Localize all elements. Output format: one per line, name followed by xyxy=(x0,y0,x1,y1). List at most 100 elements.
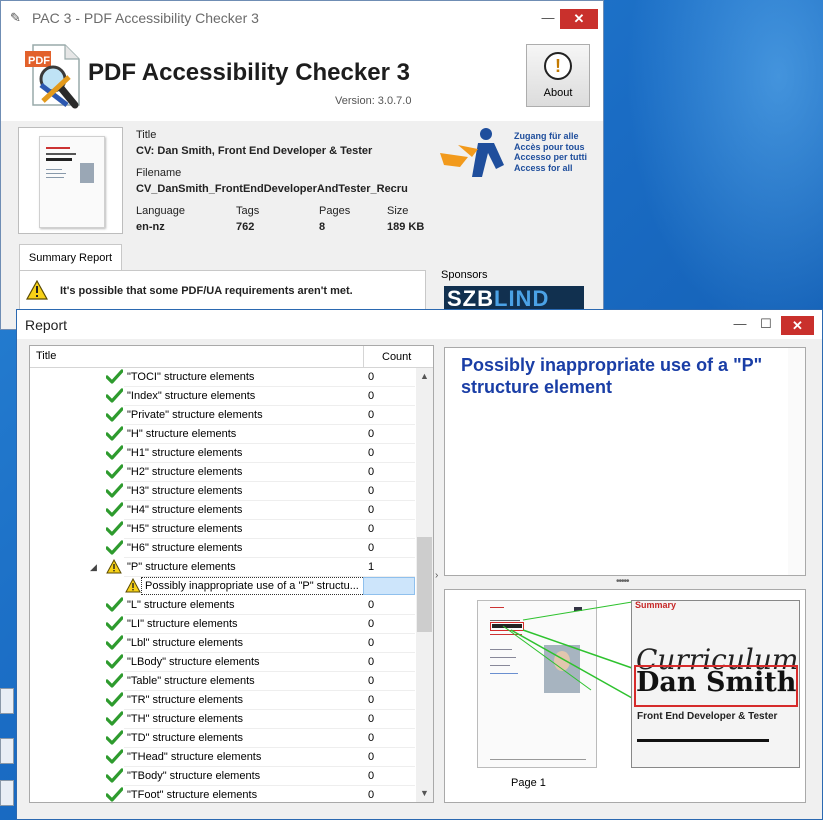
tree-row[interactable]: "L" structure elements 0 xyxy=(30,596,415,615)
pages-value: 8 xyxy=(319,221,326,233)
check-icon xyxy=(105,768,124,784)
check-icon xyxy=(105,616,124,632)
check-icon xyxy=(105,483,124,499)
check-icon xyxy=(105,673,124,689)
row-count: 0 xyxy=(368,542,375,554)
zoomed-preview: Summary Curriculum vitae Dan Smith Front… xyxy=(631,600,800,768)
row-count: 0 xyxy=(368,694,375,706)
tree-row[interactable]: "Private" structure elements 0 xyxy=(30,406,415,425)
scroll-up-icon[interactable]: ▲ xyxy=(416,368,433,385)
tree-header: Title Count xyxy=(30,346,433,368)
row-count: 0 xyxy=(368,466,375,478)
check-icon xyxy=(105,521,124,537)
row-count: 0 xyxy=(368,732,375,744)
desktop-shortcut-icon[interactable] xyxy=(0,780,14,806)
filename-label: Filename xyxy=(136,167,182,179)
row-title: "Private" structure elements xyxy=(127,409,263,421)
details-panel: Possibly inappropriate use of a "P" stru… xyxy=(444,347,806,576)
row-count: 0 xyxy=(368,371,375,383)
tree-row[interactable]: "H4" structure elements 0 xyxy=(30,501,415,520)
expand-toggle-icon[interactable]: ◢ xyxy=(90,562,97,573)
column-header-count[interactable]: Count xyxy=(363,346,415,368)
tags-label: Tags xyxy=(236,205,260,217)
tree-row[interactable]: "LBody" structure elements 0 xyxy=(30,653,415,672)
check-icon xyxy=(105,749,124,765)
sponsors-label: Sponsors xyxy=(441,269,488,281)
tree-row[interactable]: "Index" structure elements 0 xyxy=(30,387,415,406)
document-thumbnail xyxy=(18,127,123,234)
size-label: Size xyxy=(387,205,409,217)
check-icon xyxy=(105,635,124,651)
title-value: CV: Dan Smith, Front End Developer & Tes… xyxy=(136,145,373,157)
row-count: 0 xyxy=(368,599,375,611)
details-scrollbar[interactable] xyxy=(788,348,805,575)
main-window: ✎ PAC 3 - PDF Accessibility Checker 3 — … xyxy=(0,0,604,330)
report-close-button[interactable]: ✕ xyxy=(781,316,814,335)
tree-row[interactable]: "H2" structure elements 0 xyxy=(30,463,415,482)
report-window-title: Report xyxy=(25,317,68,333)
warning-icon xyxy=(26,280,48,300)
tree-row[interactable]: "THead" structure elements 0 xyxy=(30,748,415,767)
row-title: "TOCI" structure elements xyxy=(127,371,255,383)
row-count: 0 xyxy=(368,656,375,668)
tree-row[interactable]: "LI" structure elements 0 xyxy=(30,615,415,634)
tree-row[interactable]: "H6" structure elements 0 xyxy=(30,539,415,558)
pac-logo-icon: PDF xyxy=(25,44,80,109)
desktop-shortcut-icon[interactable] xyxy=(0,688,14,714)
page-preview-panel: Page 1 Summary Curriculum vitae Dan Smit… xyxy=(444,589,806,803)
tree-row[interactable]: "H1" structure elements 0 xyxy=(30,444,415,463)
tree-scrollbar[interactable]: ▲ ▼ xyxy=(416,368,433,802)
thumbnail-page xyxy=(39,136,105,228)
zoom-role-text: Front End Developer & Tester xyxy=(637,711,778,722)
close-button[interactable]: ✕ xyxy=(560,9,598,29)
report-tab-strip: Summary Report xyxy=(19,244,426,271)
main-titlebar[interactable]: ✎ PAC 3 - PDF Accessibility Checker 3 — … xyxy=(1,1,603,35)
check-icon xyxy=(105,407,124,423)
about-button[interactable]: ! About xyxy=(526,44,590,107)
summary-panel: It's possible that some PDF/UA requireme… xyxy=(19,270,426,312)
row-title: Possibly inappropriate use of a "P" stru… xyxy=(145,580,359,592)
tree-row[interactable]: "Lbl" structure elements 0 xyxy=(30,634,415,653)
tree-rows: "TOCI" structure elements 0 "Index" struct… xyxy=(30,368,415,802)
check-icon xyxy=(105,654,124,670)
tags-value: 762 xyxy=(236,221,255,233)
check-icon xyxy=(105,445,124,461)
minimize-button[interactable]: — xyxy=(533,9,563,29)
access-for-all-symbol-icon xyxy=(440,128,504,177)
tree-row[interactable]: "Table" structure elements 0 xyxy=(30,672,415,691)
column-header-title[interactable]: Title xyxy=(36,350,56,362)
tree-row[interactable]: "H5" structure elements 0 xyxy=(30,520,415,539)
row-title: "H1" structure elements xyxy=(127,447,243,459)
scrollbar-thumb[interactable] xyxy=(417,537,432,632)
report-titlebar[interactable]: Report — ☐ ✕ xyxy=(17,310,822,339)
app-icon: ✎ xyxy=(10,10,21,25)
row-title: "H2" structure elements xyxy=(127,466,243,478)
page-thumbnail[interactable] xyxy=(477,600,597,768)
tree-row[interactable]: "TOCI" structure elements 0 xyxy=(30,368,415,387)
tree-row[interactable]: "TFoot" structure elements 0 xyxy=(30,786,415,802)
row-title: "Lbl" structure elements xyxy=(127,637,244,649)
row-title: "Index" structure elements xyxy=(127,390,256,402)
scroll-down-icon[interactable]: ▼ xyxy=(416,785,433,802)
size-value: 189 KB xyxy=(387,221,425,233)
tree-row[interactable]: "TH" structure elements 0 xyxy=(30,710,415,729)
horizontal-splitter-grip-icon[interactable]: ••••• xyxy=(616,576,629,587)
check-icon xyxy=(105,502,124,518)
tree-row[interactable]: "H3" structure elements 0 xyxy=(30,482,415,501)
row-title: "TR" structure elements xyxy=(127,694,244,706)
tree-row[interactable]: ◢ "P" structure elements 1 xyxy=(30,558,415,577)
desktop-shortcut-icon[interactable] xyxy=(0,738,14,764)
row-count: 0 xyxy=(368,713,375,725)
splitter-chevron-icon[interactable]: › xyxy=(435,570,438,581)
row-title: "TH" structure elements xyxy=(127,713,244,725)
row-count: 0 xyxy=(368,447,375,459)
check-icon xyxy=(105,388,124,404)
report-maximize-button[interactable]: ☐ xyxy=(751,315,781,335)
language-value: en-nz xyxy=(136,221,165,233)
tree-child-row[interactable]: Possibly inappropriate use of a "P" stru… xyxy=(30,577,415,596)
tree-row[interactable]: "TD" structure elements 0 xyxy=(30,729,415,748)
tree-row[interactable]: "H" structure elements 0 xyxy=(30,425,415,444)
tree-row[interactable]: "TR" structure elements 0 xyxy=(30,691,415,710)
tab-summary-report[interactable]: Summary Report xyxy=(19,244,122,271)
tree-row[interactable]: "TBody" structure elements 0 xyxy=(30,767,415,786)
